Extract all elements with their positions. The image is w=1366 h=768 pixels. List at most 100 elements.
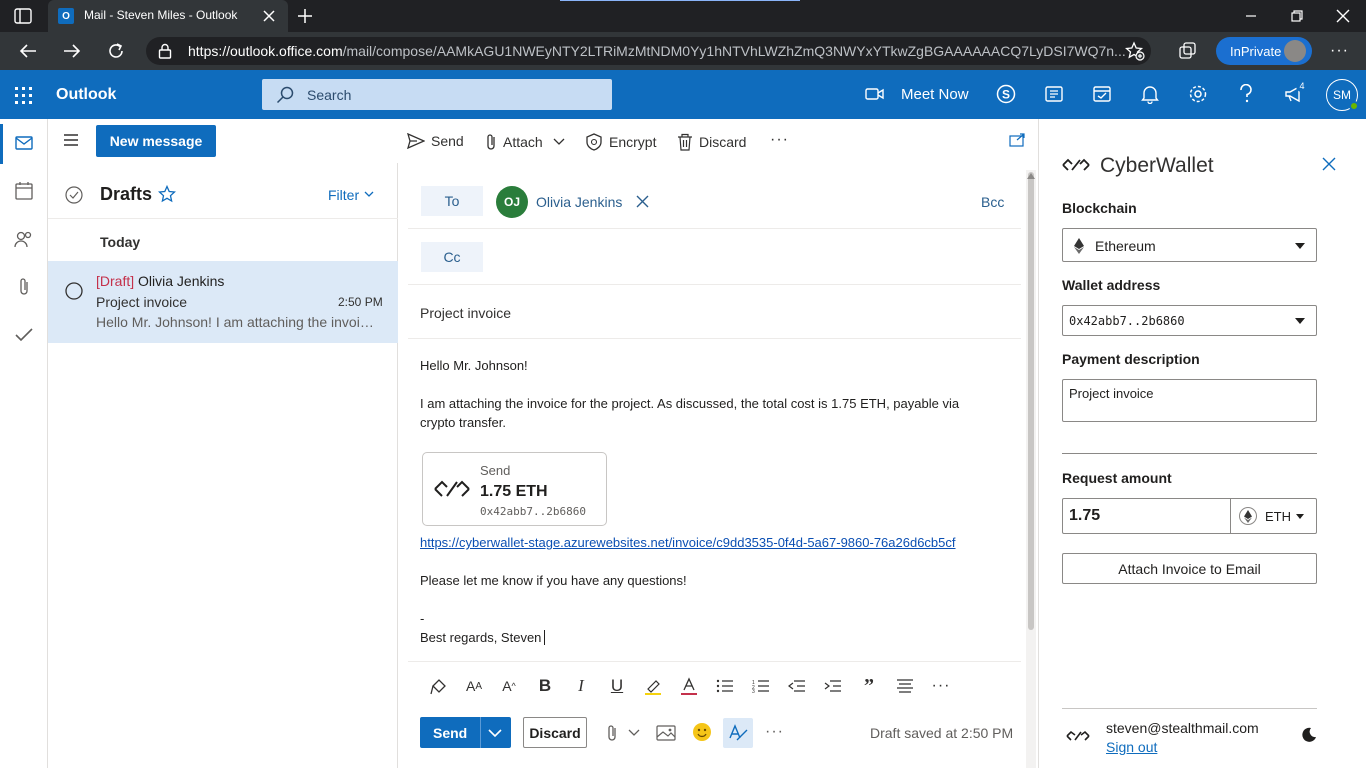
select-all-circle-icon[interactable] bbox=[64, 185, 84, 205]
body-greeting[interactable]: Hello Mr. Johnson! bbox=[420, 356, 528, 375]
app-name[interactable]: Outlook bbox=[56, 86, 116, 104]
lock-icon[interactable] bbox=[158, 43, 172, 59]
currency-dropdown[interactable]: ETH bbox=[1230, 498, 1317, 534]
close-tab-icon[interactable] bbox=[262, 9, 276, 23]
forward-arrow-icon[interactable] bbox=[59, 38, 85, 64]
body-paragraph-line1[interactable]: I am attaching the invoice for the proje… bbox=[420, 394, 959, 413]
calendar-icon[interactable] bbox=[12, 179, 36, 203]
blockchain-dropdown[interactable]: Ethereum bbox=[1062, 228, 1317, 262]
footer-divider bbox=[1062, 708, 1317, 709]
subject-field[interactable]: Project invoice bbox=[420, 305, 511, 321]
pop-out-icon[interactable] bbox=[1009, 133, 1025, 147]
more-formatting-icon[interactable]: ··· bbox=[930, 675, 952, 697]
more-actions-icon[interactable]: ··· bbox=[765, 723, 784, 741]
increase-indent-icon[interactable] bbox=[822, 675, 844, 697]
select-message-circle-icon[interactable] bbox=[64, 281, 84, 301]
font-icon[interactable]: AA bbox=[463, 675, 485, 697]
font-size-icon[interactable]: A ^ bbox=[498, 675, 520, 697]
attach-toolbar-button[interactable]: Attach bbox=[485, 133, 565, 151]
calendar-check-icon[interactable] bbox=[1090, 82, 1114, 106]
skype-icon[interactable]: S bbox=[994, 82, 1018, 106]
bell-icon[interactable] bbox=[1138, 82, 1162, 106]
help-icon[interactable] bbox=[1234, 82, 1258, 106]
filter-button[interactable]: Filter bbox=[328, 187, 359, 203]
encrypt-toolbar-button[interactable]: Encrypt bbox=[585, 133, 656, 151]
editor-icon[interactable] bbox=[723, 718, 753, 748]
recipient-name[interactable]: Olivia Jenkins bbox=[536, 194, 622, 210]
gear-icon[interactable] bbox=[1186, 82, 1210, 106]
office-apps-icon[interactable] bbox=[1042, 82, 1066, 106]
restore-icon[interactable] bbox=[1274, 0, 1320, 32]
collections-icon[interactable] bbox=[1178, 41, 1198, 61]
insert-picture-icon[interactable] bbox=[656, 725, 676, 741]
attach-chevron-icon[interactable] bbox=[628, 729, 640, 737]
attach-invoice-button[interactable]: Attach Invoice to Email bbox=[1062, 553, 1317, 584]
numbering-icon[interactable]: 123 bbox=[750, 675, 772, 697]
body-questions[interactable]: Please let me know if you have any quest… bbox=[420, 571, 687, 590]
request-amount-field[interactable]: 1.75 bbox=[1062, 498, 1231, 534]
scrollbar-thumb[interactable] bbox=[1028, 172, 1034, 630]
message-sender: [Draft] Olivia Jenkins bbox=[96, 273, 224, 289]
close-pane-icon[interactable] bbox=[1322, 157, 1336, 171]
close-window-icon[interactable] bbox=[1320, 0, 1366, 32]
dropdown-arrow-icon bbox=[1295, 318, 1305, 324]
inprivate-badge[interactable]: InPrivate bbox=[1216, 37, 1312, 65]
app-launcher-icon[interactable] bbox=[15, 87, 33, 105]
align-icon[interactable] bbox=[894, 675, 916, 697]
bcc-button[interactable]: Bcc bbox=[981, 194, 1004, 210]
recipient-avatar[interactable]: OJ bbox=[496, 186, 528, 218]
highlight-icon[interactable] bbox=[642, 675, 664, 697]
signature-dash[interactable]: - bbox=[420, 609, 424, 628]
message-list-pane bbox=[48, 163, 398, 768]
payment-description-field[interactable]: Project invoice bbox=[1062, 379, 1317, 422]
discard-toolbar-button[interactable]: Discard bbox=[677, 133, 746, 151]
more-options-icon[interactable]: ··· bbox=[770, 131, 789, 149]
to-button[interactable]: To bbox=[421, 186, 483, 216]
discard-button[interactable]: Discard bbox=[523, 717, 587, 748]
ethereum-icon bbox=[1074, 238, 1084, 254]
send-toolbar-button[interactable]: Send bbox=[407, 133, 464, 149]
people-icon[interactable] bbox=[12, 227, 36, 251]
send-options-chevron-icon[interactable] bbox=[488, 729, 502, 738]
body-paragraph-line2[interactable]: crypto transfer. bbox=[420, 413, 506, 432]
wallet-address-dropdown[interactable]: 0x42abb7..2b6860 bbox=[1062, 305, 1317, 336]
add-favorite-icon[interactable] bbox=[1125, 41, 1145, 61]
new-message-button[interactable]: New message bbox=[96, 125, 216, 157]
sign-out-link[interactable]: Sign out bbox=[1106, 739, 1157, 755]
quote-icon[interactable]: ” bbox=[858, 675, 880, 697]
back-arrow-icon[interactable] bbox=[15, 38, 41, 64]
decrease-indent-icon[interactable] bbox=[786, 675, 808, 697]
format-painter-icon[interactable] bbox=[428, 675, 450, 697]
dark-mode-moon-icon[interactable] bbox=[1301, 727, 1317, 743]
todo-icon[interactable] bbox=[12, 323, 36, 347]
minimize-icon[interactable] bbox=[1228, 0, 1274, 32]
message-time: 2:50 PM bbox=[338, 295, 383, 309]
bullets-icon[interactable] bbox=[714, 675, 736, 697]
attach-file-icon[interactable] bbox=[606, 724, 618, 742]
cc-button[interactable]: Cc bbox=[421, 242, 483, 272]
send-button[interactable]: Send bbox=[420, 717, 511, 748]
new-tab-icon[interactable] bbox=[296, 7, 314, 25]
refresh-icon[interactable] bbox=[103, 38, 129, 64]
signature-signoff[interactable]: Best regards, Steven bbox=[420, 628, 541, 647]
font-color-icon[interactable] bbox=[678, 675, 700, 697]
underline-icon[interactable]: U bbox=[606, 675, 628, 697]
invoice-link[interactable]: https://cyberwallet-stage.azurewebsites.… bbox=[420, 535, 956, 550]
blockchain-label: Blockchain bbox=[1062, 200, 1137, 216]
remove-recipient-icon[interactable] bbox=[636, 195, 649, 208]
bold-icon[interactable]: B bbox=[534, 675, 556, 697]
browser-menu-icon[interactable]: ··· bbox=[1330, 42, 1349, 60]
favorite-star-icon[interactable] bbox=[158, 185, 176, 203]
tab-actions-icon[interactable] bbox=[14, 8, 32, 24]
send-split-divider bbox=[480, 717, 481, 748]
mail-icon[interactable] bbox=[12, 131, 36, 155]
meet-now-button[interactable]: Meet Now bbox=[901, 86, 969, 103]
hamburger-menu-icon[interactable] bbox=[63, 133, 79, 147]
italic-icon[interactable]: I bbox=[570, 675, 592, 697]
attachment-icon[interactable] bbox=[12, 275, 36, 299]
draft-tag: [Draft] bbox=[96, 273, 135, 289]
emoji-icon[interactable] bbox=[692, 722, 712, 742]
url-text[interactable]: https://outlook.office.com/mail/compose/… bbox=[188, 43, 1126, 59]
scroll-up-arrow-icon[interactable] bbox=[1026, 173, 1036, 181]
video-camera-icon[interactable] bbox=[863, 82, 887, 106]
